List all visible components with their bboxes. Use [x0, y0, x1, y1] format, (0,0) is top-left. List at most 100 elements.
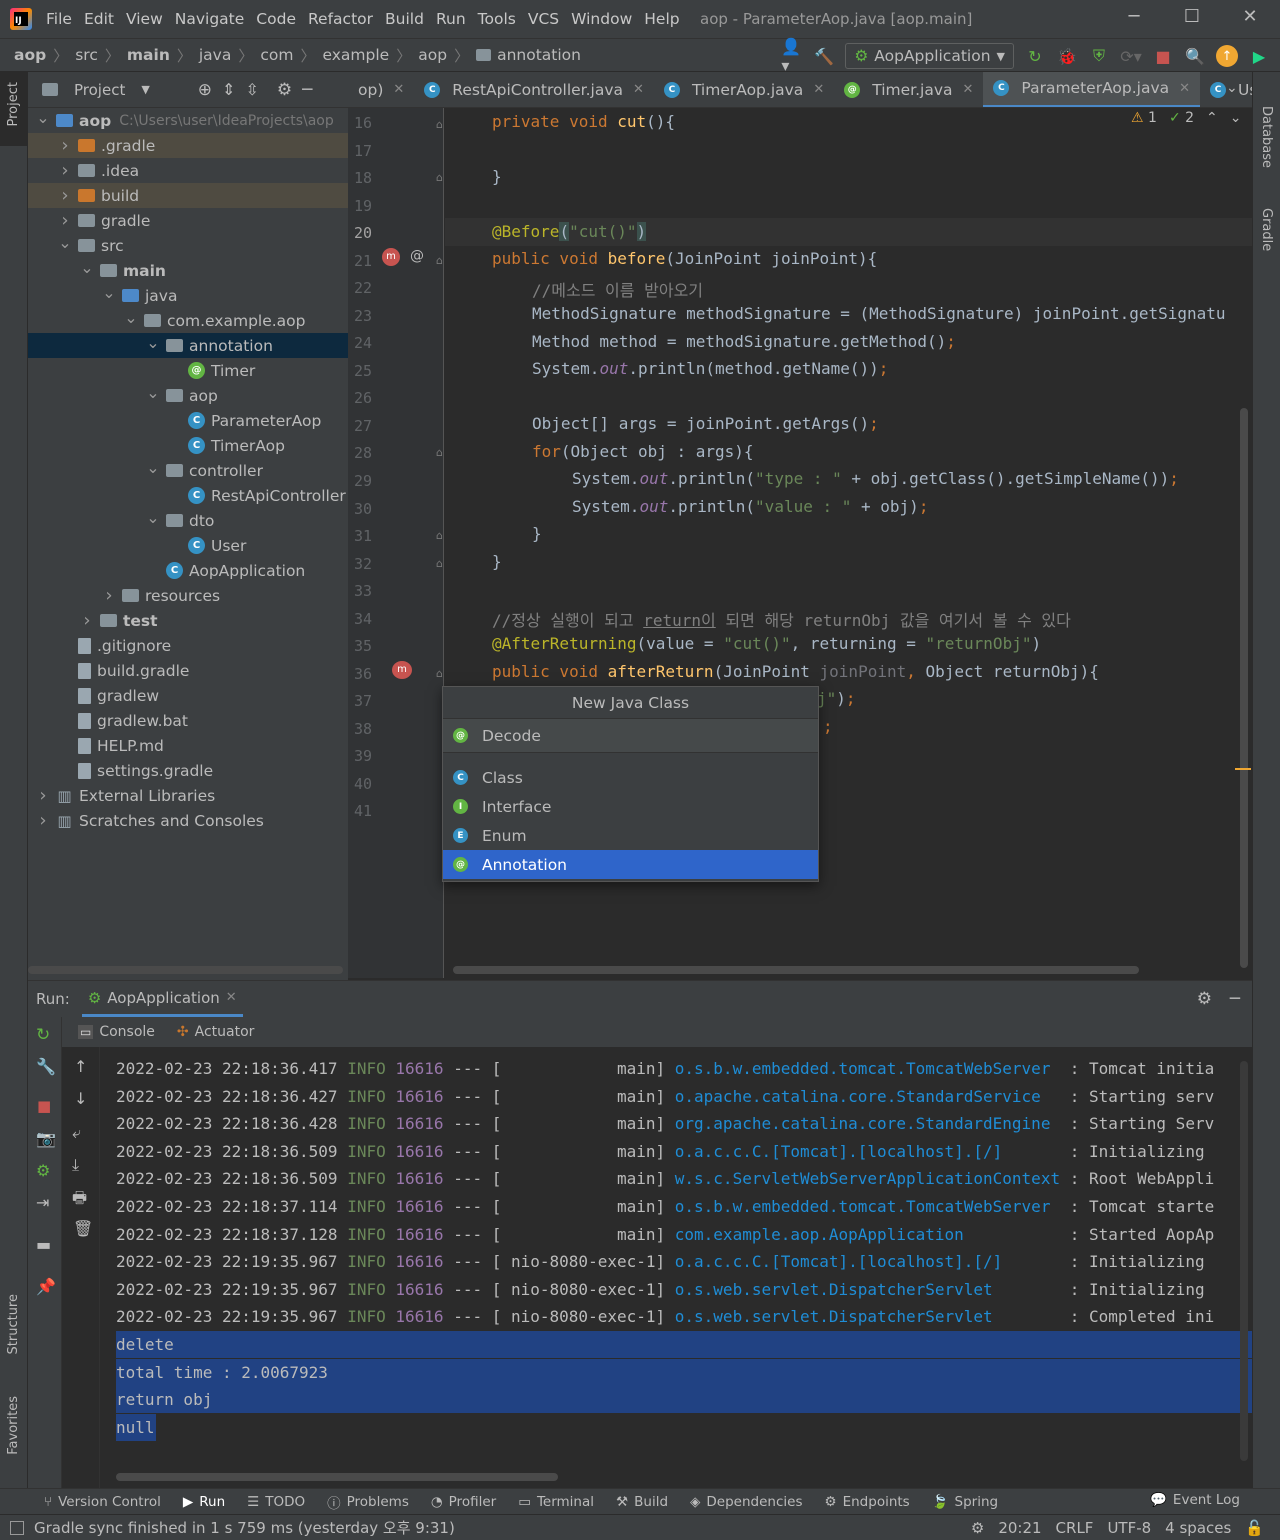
event-log-button[interactable]: 💬 Event Log: [1150, 1492, 1240, 1508]
fold-marker-icon[interactable]: ⌂: [436, 557, 443, 570]
breadcrumb-aop[interactable]: aop: [14, 46, 46, 64]
update-icon[interactable]: ↑: [1216, 45, 1238, 67]
menu-vcs[interactable]: VCS: [522, 10, 565, 28]
locate-icon[interactable]: ⊕: [198, 80, 212, 100]
tree-item-controller[interactable]: ⌄ controller: [28, 458, 348, 483]
tree-item-gradle[interactable]: › gradle: [28, 208, 348, 233]
menu-edit[interactable]: Edit: [78, 10, 120, 28]
editor-tab-timer-java[interactable]: @ Timer.java ✕: [834, 72, 983, 107]
breadcrumb-com[interactable]: com: [260, 46, 293, 64]
menu-tools[interactable]: Tools: [472, 10, 522, 28]
breadcrumb-src[interactable]: src: [75, 46, 98, 64]
pin-icon[interactable]: 📌: [36, 1277, 56, 1296]
tree-item-gitignore[interactable]: .gitignore: [28, 633, 348, 658]
stop-icon[interactable]: ■: [37, 1097, 51, 1115]
tabs-dropdown-icon[interactable]: ⌄: [1226, 80, 1238, 96]
advice-marker-icon[interactable]: m: [392, 661, 412, 679]
background-tasks-icon[interactable]: ⚙: [971, 1519, 984, 1537]
debug-icon[interactable]: 🐞: [1056, 45, 1078, 67]
problems-tool-button[interactable]: ⓘ Problems: [327, 1492, 409, 1512]
endpoints-tool-button[interactable]: ⚙ Endpoints: [824, 1494, 909, 1510]
override-marker-icon[interactable]: m: [382, 248, 400, 266]
project-panel-title[interactable]: Project: [74, 81, 125, 99]
gear-icon[interactable]: ⚙: [277, 80, 292, 100]
scroll-to-end-icon[interactable]: ⤓: [72, 1155, 79, 1175]
project-tool-button[interactable]: Project: [6, 82, 21, 126]
menu-window[interactable]: Window: [565, 10, 638, 28]
tree-item-java[interactable]: ⌄ java: [28, 283, 348, 308]
terminal-tool-button[interactable]: ▭ Terminal: [518, 1494, 594, 1510]
dependencies-tool-button[interactable]: ◈ Dependencies: [690, 1494, 802, 1510]
tree-item-dto[interactable]: ⌄ dto: [28, 508, 348, 533]
prev-highlight-icon[interactable]: ⌃: [1206, 110, 1218, 126]
collapse-all-icon[interactable]: ⇳: [245, 80, 258, 99]
tree-item-timeraop[interactable]: C TimerAop: [28, 433, 348, 458]
fold-marker-icon[interactable]: ⌂: [436, 529, 443, 542]
code-with-me-icon[interactable]: ▶: [1248, 45, 1270, 67]
tree-item-parameteraop[interactable]: C ParameterAop: [28, 408, 348, 433]
editor-tab-restapicontroller-java[interactable]: C RestApiController.java ✕: [414, 72, 654, 107]
new-annotation-option[interactable]: @ Annotation: [443, 850, 818, 879]
tree-item-external-libraries[interactable]: › ▥ External Libraries: [28, 783, 348, 808]
console-output[interactable]: 2022-02-23 22:18:36.417 INFO 16616 --- […: [100, 1047, 1252, 1471]
wrench-icon[interactable]: 🔧: [36, 1057, 56, 1076]
tree-item-main[interactable]: ⌄ main: [28, 258, 348, 283]
collapsed-arrow-icon[interactable]: ›: [58, 210, 72, 231]
breadcrumb-aop-pkg[interactable]: aop: [418, 46, 447, 64]
scroll-up-icon[interactable]: ↑: [74, 1057, 87, 1076]
user-icon[interactable]: 👤▾: [781, 37, 803, 75]
line-separator[interactable]: CRLF: [1056, 1519, 1094, 1537]
console-tab[interactable]: ▭ Console: [78, 1024, 155, 1040]
expanded-arrow-icon[interactable]: ⌄: [124, 308, 138, 327]
chevron-down-icon[interactable]: ▼: [141, 83, 149, 96]
editor-tab-timeraop-java[interactable]: C TimerAop.java ✕: [654, 72, 834, 107]
expanded-arrow-icon[interactable]: ⌄: [36, 108, 50, 127]
breadcrumb-annotation[interactable]: annotation: [497, 46, 581, 64]
collapsed-arrow-icon[interactable]: ›: [80, 610, 94, 631]
tree-item-annotation[interactable]: ⌄ annotation: [28, 333, 348, 358]
class-name-input[interactable]: @ Decode: [443, 719, 818, 753]
profile-icon[interactable]: ⟳▾: [1120, 45, 1142, 67]
collapsed-arrow-icon[interactable]: ›: [58, 135, 72, 156]
scroll-down-icon[interactable]: ↓: [74, 1089, 87, 1108]
collapsed-arrow-icon[interactable]: ›: [58, 160, 72, 181]
tree-item-gradlew-bat[interactable]: gradlew.bat: [28, 708, 348, 733]
rerun-icon[interactable]: ↻: [36, 1025, 50, 1045]
toggle-tool-windows-icon[interactable]: [10, 1520, 24, 1535]
status-message[interactable]: Gradle sync finished in 1 s 759 ms (yest…: [34, 1517, 455, 1538]
tree-item-build[interactable]: › build: [28, 183, 348, 208]
menu-file[interactable]: File: [40, 10, 78, 28]
tree-item-aopapplication[interactable]: C AopApplication: [28, 558, 348, 583]
rerun-icon[interactable]: ↻: [1024, 45, 1046, 67]
expanded-arrow-icon[interactable]: ⌄: [102, 283, 116, 302]
caret-position[interactable]: 20:21: [998, 1519, 1041, 1537]
run-configuration-select[interactable]: ⚙ AopApplication ▼: [845, 43, 1014, 69]
indent-setting[interactable]: 4 spaces: [1165, 1519, 1231, 1537]
run-tab-aopapplication[interactable]: ⚙ AopApplication ✕: [81, 981, 243, 1017]
profiler-tool-button[interactable]: ◔ Profiler: [431, 1494, 496, 1510]
minimize-icon[interactable]: ─: [1120, 6, 1148, 30]
new-interface-option[interactable]: I Interface: [443, 792, 818, 821]
breadcrumb-java[interactable]: java: [199, 46, 231, 64]
tree-item-help-md[interactable]: HELP.md: [28, 733, 348, 758]
camera-icon[interactable]: 📷: [36, 1129, 56, 1148]
build-tool-button[interactable]: ⚒ Build: [616, 1494, 668, 1510]
next-highlight-icon[interactable]: ⌄: [1230, 110, 1242, 126]
version-control-tool-button[interactable]: ⑂ Version Control: [44, 1494, 161, 1510]
search-icon[interactable]: 🔍: [1184, 45, 1206, 67]
fold-marker-icon[interactable]: ⌂: [436, 171, 443, 184]
actuator-tab[interactable]: ✣ Actuator: [177, 1024, 255, 1040]
tree-item-aop[interactable]: ⌄ aop: [28, 383, 348, 408]
tree-item-test[interactable]: › test: [28, 608, 348, 633]
maximize-icon[interactable]: ☐: [1178, 6, 1206, 30]
new-class-option[interactable]: C Class: [443, 763, 818, 792]
structure-tool-button[interactable]: Structure: [6, 1294, 21, 1354]
tree-item-gradlew[interactable]: gradlew: [28, 683, 348, 708]
hammer-build-icon[interactable]: 🔨: [813, 45, 835, 67]
menu-build[interactable]: Build: [379, 10, 430, 28]
tree-item-aop[interactable]: ⌄ aop C:\Users\user\IdeaProjects\aop: [28, 108, 348, 133]
favorites-tool-button[interactable]: Favorites: [6, 1396, 21, 1455]
tree-item-scratches-and-consoles[interactable]: › ▥ Scratches and Consoles: [28, 808, 348, 833]
tree-item-resources[interactable]: › resources: [28, 583, 348, 608]
expanded-arrow-icon[interactable]: ⌄: [146, 333, 160, 352]
